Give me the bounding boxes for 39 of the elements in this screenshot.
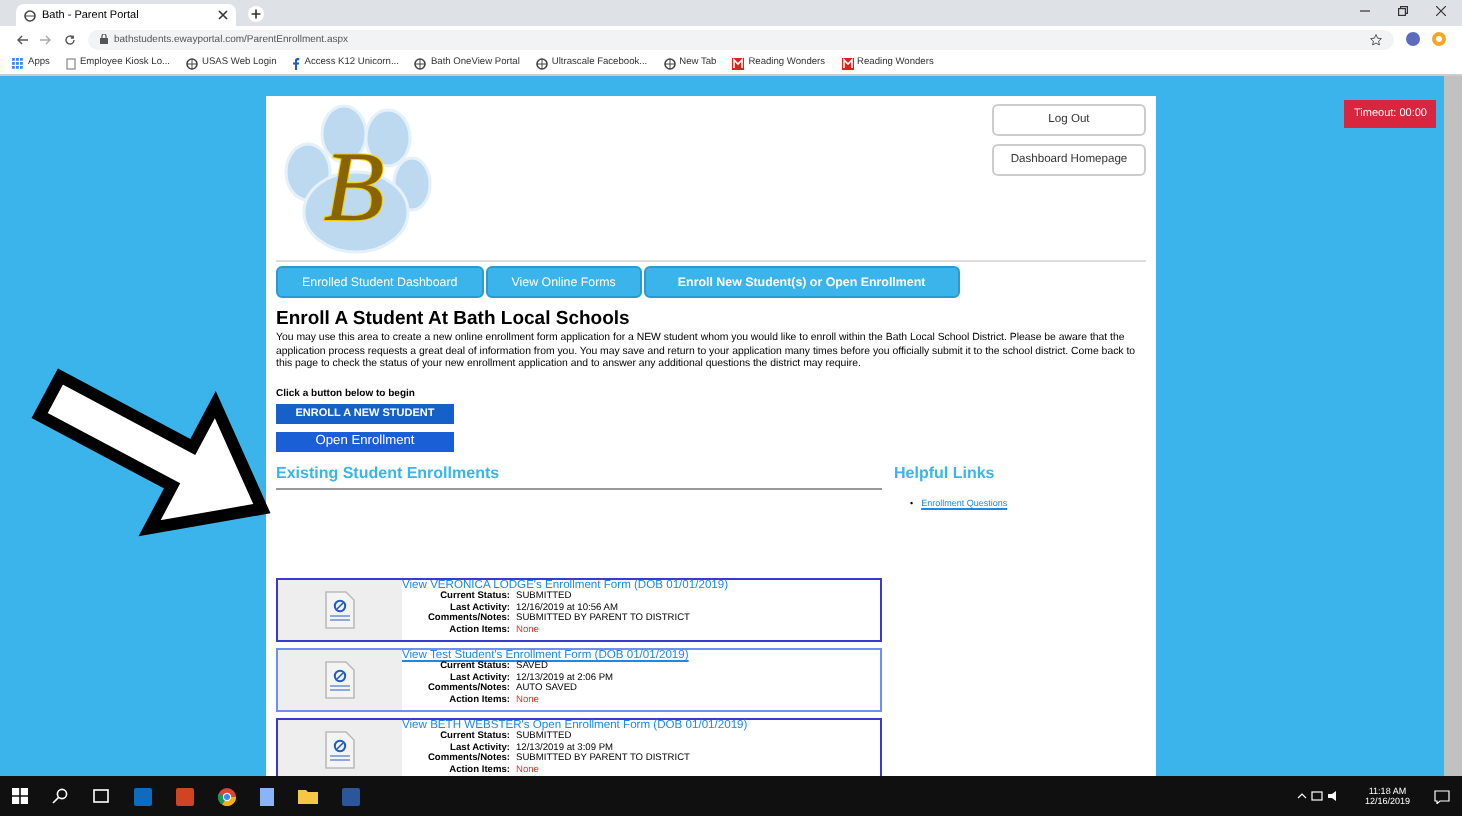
search-icon[interactable] — [52, 788, 68, 804]
page-heading: Enroll A Student At Bath Local Schools — [276, 308, 632, 330]
star-icon[interactable] — [1370, 33, 1382, 45]
task-view-icon[interactable] — [92, 788, 110, 804]
reload-icon[interactable] — [64, 33, 76, 45]
lock-icon — [100, 34, 108, 44]
globe-icon — [535, 57, 548, 69]
minimize-icon[interactable] — [1360, 6, 1370, 16]
paw-logo: B — [276, 104, 432, 256]
avatar-icon[interactable] — [1406, 32, 1420, 46]
globe-icon — [24, 9, 36, 21]
square-logo-icon — [732, 57, 745, 69]
back-icon[interactable] — [16, 33, 28, 45]
globe-icon — [414, 57, 427, 69]
browser-app-icon[interactable] — [218, 787, 236, 805]
slides-app-icon[interactable] — [176, 787, 194, 805]
tray-icons[interactable] — [1296, 790, 1341, 802]
file-app-icon[interactable] — [260, 787, 274, 805]
section-heading: Helpful Links — [894, 463, 997, 482]
section-heading: Existing Student Enrollments — [276, 463, 502, 482]
scrollbar[interactable] — [1444, 76, 1462, 776]
document-icon — [324, 589, 356, 630]
mail-app-icon[interactable] — [134, 787, 152, 805]
page-icon — [65, 57, 76, 69]
close-icon[interactable] — [218, 10, 228, 20]
globe-icon — [186, 57, 198, 69]
square-logo-icon — [841, 57, 854, 69]
new-tab-icon[interactable] — [248, 6, 264, 22]
windows-start-icon[interactable] — [12, 788, 28, 804]
globe-icon — [663, 57, 676, 69]
notification-icon[interactable] — [1434, 789, 1450, 803]
document-app-icon[interactable] — [342, 787, 360, 805]
document-icon — [324, 659, 356, 700]
close-icon[interactable] — [1436, 6, 1446, 16]
apps-grid-icon — [12, 57, 24, 69]
folder-icon[interactable] — [298, 788, 318, 804]
document-icon — [324, 729, 356, 770]
restore-icon[interactable] — [1398, 6, 1408, 16]
f-logo-icon — [292, 57, 301, 69]
